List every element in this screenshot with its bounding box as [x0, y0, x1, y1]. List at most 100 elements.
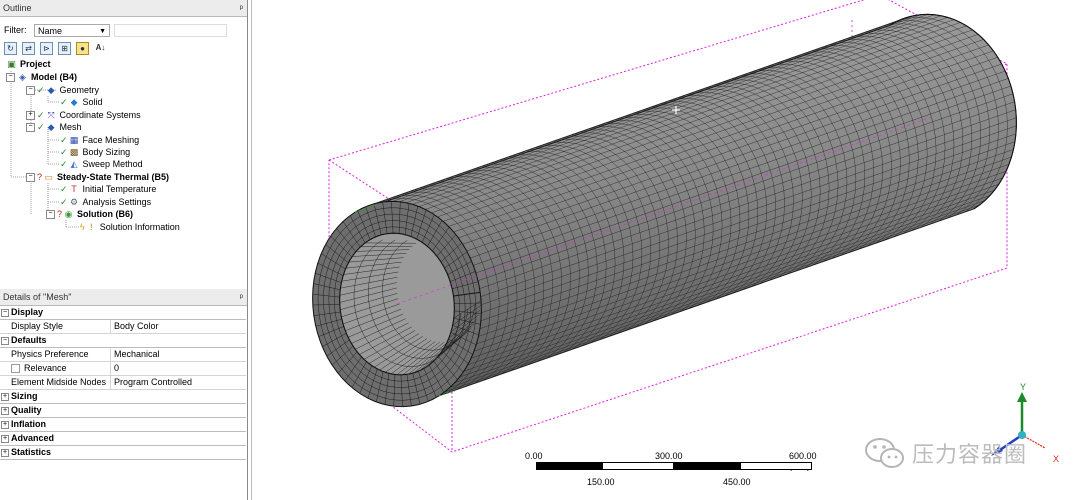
outline-title-bar: Outline ᵖ	[0, 0, 247, 17]
check-status-icon: ✓	[37, 85, 45, 95]
tree-node-solution-b6[interactable]: −? ◉ Solution (B6)	[46, 208, 133, 221]
details-category-quality[interactable]: + Quality	[0, 404, 246, 418]
filter-row: Filter: Name ▼	[0, 22, 247, 40]
collapse-icon[interactable]: −	[26, 123, 35, 133]
category-label: Advanced	[11, 433, 55, 443]
solid-icon: ◆	[70, 97, 78, 108]
project-icon: ▣	[7, 59, 16, 70]
scale-label-450: 450.00	[723, 477, 751, 487]
question-status-icon: ?	[57, 209, 63, 219]
check-status-icon: ✓	[37, 110, 45, 120]
parameter-checkbox[interactable]	[11, 364, 20, 374]
expand-icon[interactable]: +	[1, 421, 9, 429]
scale-label-150: 150.00	[587, 477, 615, 487]
tree-node-solid[interactable]: ✓ ◆ Solid	[60, 96, 103, 109]
property-name: Relevance	[11, 362, 67, 375]
collapse-icon[interactable]: −	[1, 337, 9, 345]
collapse-icon[interactable]: ⊳	[40, 42, 53, 55]
check-status-icon: ✓	[60, 135, 68, 145]
check-status-icon: ✓	[60, 159, 68, 169]
tree-node-label: Solution Information	[99, 222, 180, 232]
tree-node-initial-temperature[interactable]: ✓ T Initial Temperature	[60, 183, 156, 196]
sort-az-icon[interactable]: A↓	[94, 42, 107, 55]
category-label: Inflation	[11, 419, 46, 429]
scale-bar: 0.00 300.00 600.00 (mm) 150.00 450.00	[525, 450, 833, 490]
tree-node-label: Analysis Settings	[82, 197, 152, 207]
check-status-icon: ✓	[60, 184, 68, 194]
expand-all-icon[interactable]: ⊞	[58, 42, 71, 55]
property-name: Element Midside Nodes	[11, 376, 106, 389]
property-key: Physics Preference	[11, 349, 89, 359]
filter-value: Name	[38, 26, 63, 36]
tree-node-solution-information[interactable]: ϟ! Solution Information	[80, 221, 180, 234]
tree-node-label: Geometry	[59, 85, 100, 95]
property-value[interactable]: Program Controlled	[110, 376, 247, 389]
expand-icon[interactable]: +	[1, 449, 9, 457]
property-name: Display Style	[11, 320, 63, 333]
thermal-icon: ▭	[44, 172, 53, 183]
tree-node-label: Model (B4)	[31, 72, 77, 82]
tree-node-mesh[interactable]: − ✓ ◆ Mesh	[26, 121, 82, 134]
details-category-defaults[interactable]: − Defaults	[0, 334, 246, 348]
tree-node-label: Face Meshing	[82, 135, 140, 145]
details-category-advanced[interactable]: + Advanced	[0, 432, 246, 446]
temperature-icon: T	[71, 184, 77, 195]
collapse-icon[interactable]: −	[46, 210, 55, 220]
scale-track	[536, 462, 812, 470]
collapse-icon[interactable]: −	[26, 173, 35, 183]
collapse-icon[interactable]: −	[1, 309, 9, 317]
category-label: Display	[11, 307, 44, 317]
filter-dropdown[interactable]: Name ▼	[34, 24, 110, 37]
collapse-icon[interactable]: −	[26, 86, 35, 96]
tree-node-model-b4[interactable]: − ◈ Model (B4)	[6, 71, 77, 84]
tree-node-label: Solution (B6)	[77, 209, 134, 219]
check-status-icon: ✓	[60, 97, 68, 107]
face-meshing-icon: ▦	[69, 135, 79, 146]
tree-node-label: Project	[20, 59, 51, 69]
tree-node-sweep-method[interactable]: ✓ ◭ Sweep Method	[60, 158, 143, 171]
check-status-icon: ✓	[60, 147, 68, 157]
expand-icon[interactable]: +	[1, 407, 9, 415]
filter-search-input[interactable]	[114, 24, 227, 37]
property-value[interactable]: Body Color	[110, 320, 247, 333]
mesh-scene	[312, 0, 1017, 453]
details-category-inflation[interactable]: + Inflation	[0, 418, 246, 432]
details-category-sizing[interactable]: + Sizing	[0, 390, 246, 404]
details-title: Details of "Mesh"	[3, 292, 72, 302]
details-category-display[interactable]: − Display	[0, 306, 246, 320]
check-status-icon: ✓	[37, 122, 45, 132]
property-value[interactable]: 0	[110, 362, 247, 375]
tree-node-label: Steady-State Thermal (B5)	[57, 172, 170, 182]
expand-icon[interactable]: +	[26, 111, 35, 121]
wechat-logo-icon	[865, 438, 904, 468]
property-key: Relevance	[24, 363, 67, 373]
pin-icon[interactable]: ᵖ	[240, 289, 243, 306]
tree-node-project[interactable]: ▣ Project	[6, 58, 51, 71]
property-value[interactable]: Mechanical	[110, 348, 247, 361]
check-status-icon: ✓	[60, 197, 68, 207]
details-row-element-midside-nodes: Element Midside Nodes Program Controlled	[0, 376, 246, 390]
details-row-relevance: Relevance 0	[0, 362, 246, 376]
outline-title: Outline	[3, 3, 32, 13]
category-label: Statistics	[11, 447, 52, 457]
environment-icon[interactable]: ●	[76, 42, 89, 55]
tree-node-label: Body Sizing	[82, 147, 131, 157]
tree-node-label: Mesh	[59, 122, 82, 132]
collapse-icon[interactable]: −	[6, 73, 15, 83]
tree-node-label: Sweep Method	[82, 159, 143, 169]
category-label: Defaults	[11, 335, 47, 345]
pin-icon[interactable]: ᵖ	[240, 0, 243, 17]
details-title-bar: Details of "Mesh" ᵖ	[0, 289, 247, 306]
sweep-method-icon: ◭	[70, 159, 78, 170]
expand-icon[interactable]: +	[1, 435, 9, 443]
graphics-viewport[interactable]: Y X 压力容器圈	[251, 0, 1080, 500]
refresh-icon[interactable]: ↻	[4, 42, 17, 55]
details-category-statistics[interactable]: + Statistics	[0, 446, 246, 460]
property-key: Element Midside Nodes	[11, 377, 107, 387]
watermark-text: 压力容器圈	[912, 442, 1028, 467]
expand-icon[interactable]: +	[1, 393, 9, 401]
geometry-icon: ◆	[47, 85, 55, 96]
tree-node-label: Coordinate Systems	[59, 110, 141, 120]
sort-tree-icon[interactable]: ⇄	[22, 42, 35, 55]
category-label: Sizing	[11, 391, 38, 401]
